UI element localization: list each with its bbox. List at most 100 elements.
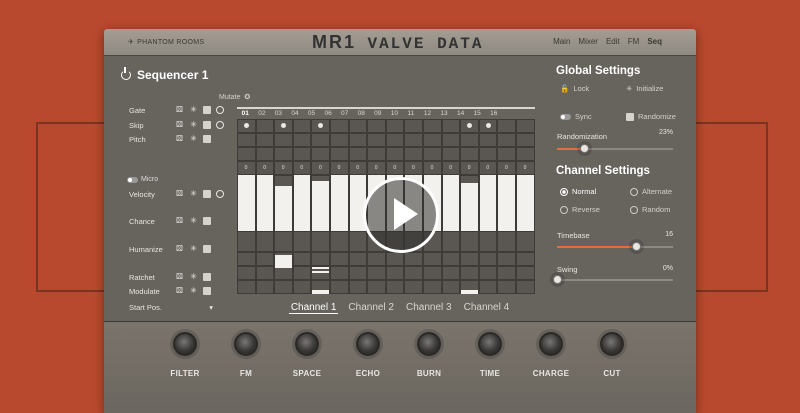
radio-normal[interactable] [560,187,568,196]
modulate-cell[interactable] [330,280,349,294]
gate-cell[interactable] [423,119,442,133]
humanize-cell[interactable] [460,252,479,266]
velocity-bar[interactable] [293,175,311,231]
chance-cell[interactable] [274,231,293,252]
chance-cell[interactable] [292,231,312,252]
pitch-cell[interactable] [311,147,330,161]
play-button[interactable] [363,177,439,253]
randomize-icon[interactable]: ✳ [189,135,198,143]
power-small-icon[interactable] [216,121,224,129]
randomize-icon[interactable]: ✳ [189,121,198,129]
sync-toggle[interactable]: Sync [560,112,592,121]
ratchet-cell[interactable] [274,266,293,280]
chance-cell[interactable] [311,231,330,252]
skip-cell[interactable] [348,133,368,147]
ratchet-cell[interactable] [441,266,461,280]
humanize-cell[interactable] [292,252,312,266]
dice-icon[interactable]: ⚄ [175,135,184,143]
pitch-cell[interactable] [237,147,256,161]
pitch-cell[interactable] [255,147,275,161]
randomize-icon[interactable]: ✳ [189,217,198,225]
mutate-icon[interactable]: ✪ [244,93,250,101]
mode-normal[interactable]: Normal [560,187,596,196]
modulate-cell[interactable] [292,280,312,294]
mode-random[interactable]: Random [630,205,670,214]
humanize-cell[interactable] [478,252,498,266]
modulate-cell[interactable] [423,280,442,294]
velocity-bar[interactable] [498,175,515,231]
tab-channel-1[interactable]: Channel 1 [288,302,339,314]
tab-channel-4[interactable]: Channel 4 [462,302,512,314]
radio-reverse[interactable] [560,205,568,214]
velocity-bar[interactable] [256,175,274,231]
knob-charge[interactable]: CHARGE [526,332,576,378]
humanize-cell[interactable] [237,252,256,266]
knob-echo[interactable]: ECHO [343,332,393,378]
power-small-icon[interactable] [216,106,224,114]
gate-cell[interactable] [367,119,386,133]
initialize-button[interactable]: ✳ Initialize [626,84,663,93]
pitch-cell[interactable] [274,147,293,161]
nav-main[interactable]: Main [553,37,570,46]
ratchet-cell[interactable] [385,266,405,280]
chance-cell[interactable] [237,231,256,252]
humanize-cell[interactable] [348,252,368,266]
modulate-cell[interactable] [497,280,516,294]
nav-fm[interactable]: FM [628,37,640,46]
knob-time[interactable]: TIME [465,332,515,378]
ratchet-cell[interactable] [423,266,442,280]
humanize-cell[interactable] [404,252,423,266]
velocity-bar[interactable] [479,175,497,231]
dice-icon[interactable]: ⚄ [175,287,184,295]
chance-mark[interactable] [275,255,292,268]
chance-cell[interactable] [460,231,479,252]
slider-knob[interactable] [579,144,589,153]
nav-seq[interactable]: Seq [647,37,662,46]
knob-dial[interactable] [478,332,502,356]
skip-cell[interactable] [478,133,498,147]
sync-switch[interactable] [560,113,571,120]
randomize-icon[interactable]: ✳ [189,106,198,114]
ratchet-cell[interactable] [367,266,386,280]
pitch-cell[interactable] [330,147,349,161]
gate-cell[interactable] [516,119,535,133]
dice-icon[interactable]: ⚄ [175,273,184,281]
shift-icon[interactable] [203,190,211,198]
velocity-bar[interactable] [331,175,348,231]
nav-edit[interactable]: Edit [606,37,620,46]
modulate-cell[interactable] [404,280,423,294]
randomize-icon[interactable]: ✳ [189,190,198,198]
dice-icon[interactable]: ⚄ [175,217,184,225]
gate-cell[interactable] [441,119,461,133]
randomize-icon[interactable]: ✳ [189,245,198,253]
chance-cell[interactable] [330,231,349,252]
modulate-cell[interactable] [274,280,293,294]
dice-icon[interactable]: ⚄ [175,121,184,129]
modulate-cell[interactable] [348,280,368,294]
chance-cell[interactable] [516,231,535,252]
skip-cell[interactable] [274,133,293,147]
tab-channel-2[interactable]: Channel 2 [346,302,396,314]
humanize-cell[interactable] [255,252,275,266]
skip-cell[interactable] [404,133,423,147]
humanize-cell[interactable] [330,252,349,266]
skip-cell[interactable] [255,133,275,147]
modulate-cell[interactable] [237,280,256,294]
modulate-cell[interactable] [478,280,498,294]
chance-cell[interactable] [478,231,498,252]
modulate-cell[interactable] [516,280,535,294]
humanize-cell[interactable] [311,252,330,266]
slider-knob[interactable] [631,242,641,251]
ratchet-cell[interactable] [497,266,516,280]
randomization-slider[interactable] [557,144,673,153]
skip-cell[interactable] [311,133,330,147]
shift-icon[interactable] [203,287,211,295]
mode-alternate[interactable]: Alternate [630,187,672,196]
skip-cell[interactable] [330,133,349,147]
shift-icon[interactable] [203,217,211,225]
velocity-bar[interactable] [461,183,478,231]
shift-icon[interactable] [203,273,211,281]
skip-cell[interactable] [497,133,516,147]
skip-cell[interactable] [385,133,405,147]
randomize-button[interactable]: Randomize [626,112,676,121]
